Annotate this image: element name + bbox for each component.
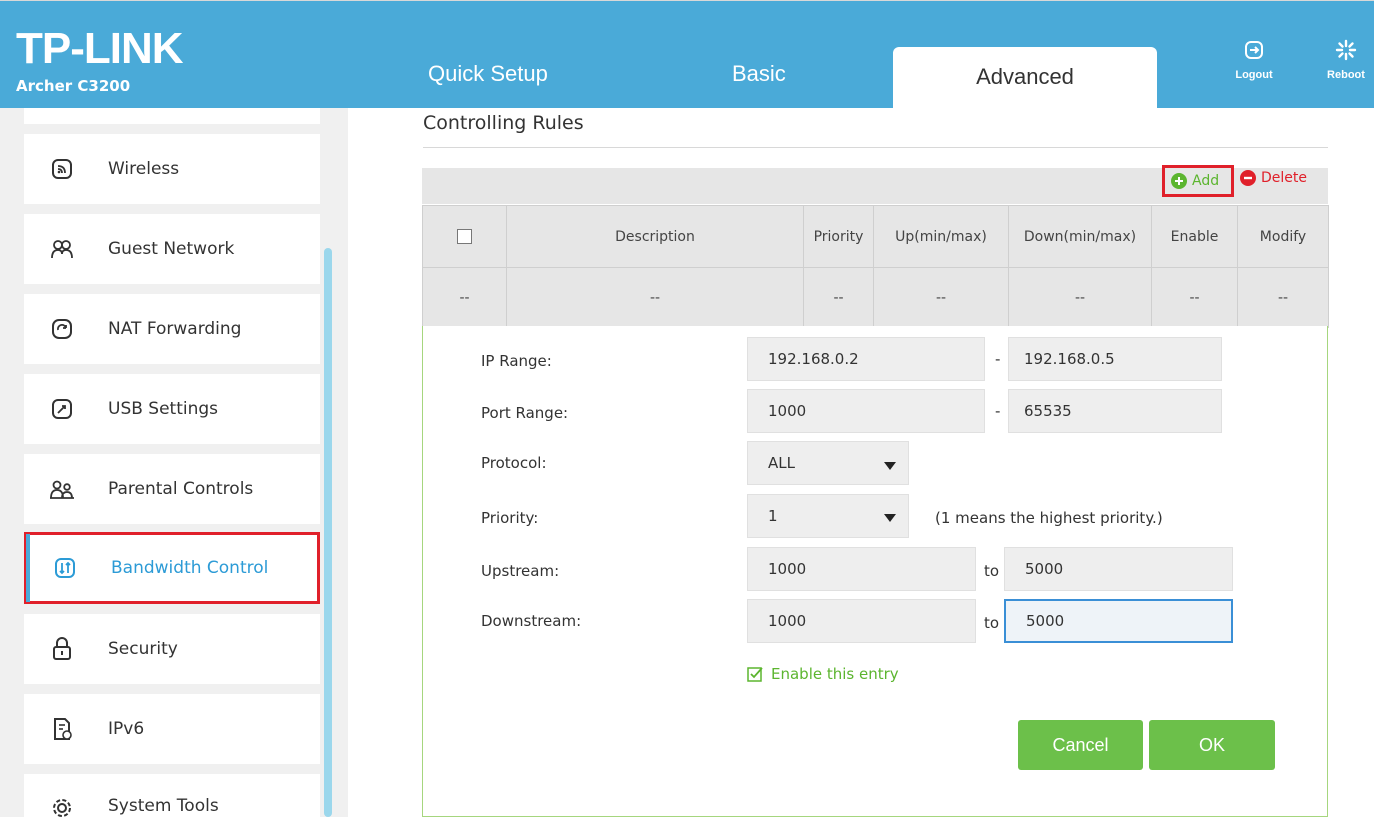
add-label: Add: [1192, 173, 1220, 189]
wireless-icon: [50, 157, 74, 181]
logout-button[interactable]: Logout: [1224, 39, 1284, 81]
ok-button[interactable]: OK: [1149, 720, 1275, 770]
priority-selected-value: 1: [768, 507, 778, 525]
top-header: TP-LINK Archer C3200 Quick Setup Basic A…: [0, 0, 1374, 109]
select-all-checkbox[interactable]: [457, 229, 472, 244]
sidebar-item-security[interactable]: Security: [24, 614, 320, 684]
sidebar-item-label: System Tools: [108, 796, 219, 816]
sidebar-item-label: Parental Controls: [108, 479, 254, 499]
sidebar-item-label: Security: [108, 639, 178, 659]
upstream-min-input[interactable]: 1000: [747, 547, 976, 591]
sidebar-item-system-tools[interactable]: System Tools: [24, 774, 320, 817]
protocol-selected-value: ALL: [768, 454, 795, 472]
delete-button[interactable]: Delete: [1240, 170, 1307, 186]
ip-start-input[interactable]: 192.168.0.2: [747, 337, 985, 381]
delete-label: Delete: [1261, 170, 1307, 186]
table-cell: --: [803, 267, 874, 328]
tab-quick-setup[interactable]: Quick Setup: [428, 61, 548, 87]
sidebar-item-label: IPv6: [108, 719, 145, 739]
router-model: Archer C3200: [16, 77, 131, 95]
column-header: Priority: [803, 205, 874, 268]
range-dash: -: [995, 402, 1001, 420]
table-cell: --: [1008, 267, 1152, 328]
upstream-max-input[interactable]: 5000: [1004, 547, 1233, 591]
page-title: Controlling Rules: [423, 112, 584, 134]
sidebar-item-label: NAT Forwarding: [108, 319, 242, 339]
chevron-down-icon: [884, 514, 896, 522]
bandwidth-control-icon: [53, 556, 77, 580]
lock-icon: [50, 637, 74, 661]
sidebar-item-label: USB Settings: [108, 399, 219, 419]
column-header: Modify: [1237, 205, 1329, 268]
range-dash: -: [995, 350, 1001, 368]
select-all-cell[interactable]: [422, 205, 507, 268]
tab-basic[interactable]: Basic: [732, 61, 786, 87]
column-header: Enable: [1151, 205, 1238, 268]
ip-end-input[interactable]: 192.168.0.5: [1008, 337, 1222, 381]
sidebar-item-wireless[interactable]: Wireless: [24, 134, 320, 204]
sidebar-scrollbar[interactable]: [324, 248, 332, 817]
port-end-input[interactable]: 65535: [1008, 389, 1222, 433]
table-cell: --: [873, 267, 1009, 328]
sidebar-item-nat-forwarding[interactable]: NAT Forwarding: [24, 294, 320, 364]
minus-circle-icon: [1240, 170, 1256, 186]
checkbox-checked-icon: [747, 667, 763, 682]
sidebar-item-usb-settings[interactable]: USB Settings: [24, 374, 320, 444]
column-header: Up(min/max): [873, 205, 1009, 268]
cancel-button[interactable]: Cancel: [1018, 720, 1143, 770]
downstream-min-input[interactable]: 1000: [747, 599, 976, 643]
downstream-max-input[interactable]: 5000: [1004, 599, 1233, 643]
port-start-input[interactable]: 1000: [747, 389, 985, 433]
sidebar-item-label: Wireless: [108, 159, 180, 179]
enable-entry-checkbox[interactable]: Enable this entry: [747, 665, 899, 683]
table-cell: --: [1151, 267, 1238, 328]
column-header: Description: [506, 205, 804, 268]
plus-circle-icon: [1171, 173, 1187, 189]
table-cell: --: [422, 267, 507, 328]
sidebar-item-ipv6[interactable]: IPv6: [24, 694, 320, 764]
to-separator: to: [984, 562, 1000, 580]
priority-hint: (1 means the highest priority.): [935, 509, 1163, 527]
table-row: -- -- -- -- -- -- --: [422, 267, 1329, 328]
enable-entry-label: Enable this entry: [771, 665, 899, 683]
sidebar-item-bandwidth-control[interactable]: Bandwidth Control: [24, 532, 320, 604]
parental-controls-icon: [50, 477, 74, 501]
add-button[interactable]: Add: [1162, 165, 1234, 197]
reboot-label: Reboot: [1327, 69, 1365, 81]
guest-network-icon: [50, 237, 74, 261]
logout-label: Logout: [1235, 69, 1273, 81]
ipv6-icon: [50, 717, 74, 741]
usb-settings-icon: [50, 397, 74, 421]
sidebar-item-guest-network[interactable]: Guest Network: [24, 214, 320, 284]
brand-logo: TP-LINK: [16, 24, 184, 73]
tab-advanced[interactable]: Advanced: [893, 47, 1157, 109]
reboot-button[interactable]: Reboot: [1316, 39, 1374, 81]
downstream-label: Downstream:: [481, 612, 582, 630]
title-divider: [423, 147, 1328, 148]
protocol-label: Protocol:: [481, 454, 547, 472]
port-range-label: Port Range:: [481, 404, 569, 422]
logout-icon: [1245, 41, 1263, 59]
sidebar-item-label: Bandwidth Control: [111, 558, 269, 578]
priority-label: Priority:: [481, 509, 539, 527]
sidebar-item-partial: [24, 108, 320, 124]
table-header-row: Description Priority Up(min/max) Down(mi…: [422, 205, 1329, 268]
ip-range-label: IP Range:: [481, 352, 552, 370]
sidebar-item-parental-controls[interactable]: Parental Controls: [24, 454, 320, 524]
gear-icon: [50, 796, 74, 817]
rules-table: Description Priority Up(min/max) Down(mi…: [422, 205, 1329, 328]
nat-forwarding-icon: [50, 317, 74, 341]
table-cell: --: [506, 267, 804, 328]
chevron-down-icon: [884, 462, 896, 470]
table-cell: --: [1237, 267, 1329, 328]
upstream-label: Upstream:: [481, 562, 560, 580]
to-separator: to: [984, 614, 1000, 632]
reboot-icon: [1335, 39, 1357, 61]
sidebar-item-label: Guest Network: [108, 239, 235, 259]
column-header: Down(min/max): [1008, 205, 1152, 268]
